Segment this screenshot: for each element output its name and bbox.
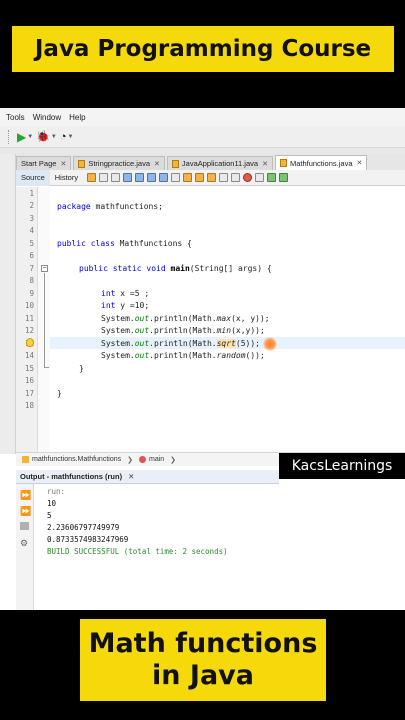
mouse-cursor-highlight xyxy=(263,337,277,351)
code-text: System. xyxy=(101,339,135,348)
lightbulb-hint-icon[interactable] xyxy=(26,338,34,347)
line-number: 4 xyxy=(29,226,34,235)
code-line-9: int x =5 ; xyxy=(101,289,149,298)
rerun-with-params-icon[interactable]: ⏩ xyxy=(20,506,31,516)
output-line: run: xyxy=(47,487,66,496)
code-field: out xyxy=(134,326,150,335)
code-field: out xyxy=(134,351,150,360)
watermark-text: KacsLearnings xyxy=(291,458,393,474)
code-text: .println(Math. xyxy=(149,351,217,360)
code-line-3: package mathfunctions; xyxy=(57,202,163,211)
code-keyword: package xyxy=(57,202,91,211)
code-keyword: public static void xyxy=(79,264,166,273)
code-line-15: } xyxy=(79,364,84,373)
chevron-right-icon: ❯ xyxy=(127,456,133,464)
output-line: 0.8733574983247969 xyxy=(47,535,129,544)
line-number: 17 xyxy=(24,389,34,398)
close-icon[interactable]: ✕ xyxy=(128,472,134,481)
output-side-toolbar: ⏩ ⏩ ⚙ xyxy=(16,484,34,610)
title-banner-text: Java Programming Course xyxy=(34,36,372,62)
stop-icon[interactable] xyxy=(20,522,29,530)
subtitle-banner: Math functions in Java xyxy=(80,619,326,701)
output-panel-title: Output - mathfunctions (run) xyxy=(20,472,123,481)
code-line-7: public static void main(String[] args) { xyxy=(79,264,272,273)
breadcrumb-method[interactable]: main xyxy=(149,456,164,463)
settings-icon[interactable]: ⚙ xyxy=(20,538,29,548)
line-number: 18 xyxy=(24,401,34,410)
editor-body: 1 2 3 4 5 6 7 8 9 10 11 12 13 14 15 16 1… xyxy=(0,108,405,610)
line-number: 2 xyxy=(29,201,34,210)
code-line-13: System.out.println(Math.sqrt(5)); xyxy=(101,339,260,348)
code-text: .println(Math. xyxy=(149,339,217,348)
code-text: .println(Math. xyxy=(149,326,217,335)
line-number: 5 xyxy=(29,239,34,248)
code-text: x =5 ; xyxy=(115,289,150,298)
code-keyword: int xyxy=(101,289,116,298)
line-number: 8 xyxy=(29,276,34,285)
code-text: y =10; xyxy=(115,301,150,310)
chevron-right-icon: ❯ xyxy=(170,456,177,464)
fold-toggle-icon[interactable]: − xyxy=(41,265,48,272)
fold-guide xyxy=(44,273,45,368)
line-number: 14 xyxy=(24,351,34,360)
output-line: 2.23606797749979 xyxy=(47,523,120,532)
line-number: 6 xyxy=(29,251,34,260)
line-number: 7 xyxy=(29,264,34,273)
method-icon xyxy=(138,456,146,463)
class-icon xyxy=(22,456,29,463)
code-text: Mathfunctions { xyxy=(114,239,192,248)
code-text: (5)); xyxy=(235,339,260,348)
code-text: System. xyxy=(101,314,135,323)
code-method: min xyxy=(216,326,232,335)
subtitle-line-2: in Java xyxy=(152,660,254,691)
line-number: 15 xyxy=(24,364,34,373)
code-method: max xyxy=(216,314,232,323)
code-text: System. xyxy=(101,351,135,360)
output-line: 5 xyxy=(47,511,52,520)
line-number: 9 xyxy=(29,289,34,298)
title-banner: Java Programming Course xyxy=(12,26,394,72)
code-line-5: public class Mathfunctions { xyxy=(57,239,192,248)
line-number: 3 xyxy=(29,214,34,223)
code-method: sqrt xyxy=(216,339,236,348)
watermark-label: KacsLearnings xyxy=(279,453,405,479)
code-text: (x, y)); xyxy=(231,314,270,323)
code-line-12: System.out.println(Math.min(x,y)); xyxy=(101,326,265,335)
fold-guide-end xyxy=(44,367,49,368)
code-text: .println(Math. xyxy=(149,314,217,323)
code-method-name: main xyxy=(170,264,190,273)
code-text: (x,y)); xyxy=(231,326,265,335)
code-line-14: System.out.println(Math.random()); xyxy=(101,351,265,360)
video-frame: Java Programming Course Tools Window Hel… xyxy=(0,0,405,720)
output-line: BUILD SUCCESSFUL (total time: 2 seconds) xyxy=(47,547,228,556)
subtitle-line-1: Math functions xyxy=(88,628,318,659)
line-number: 12 xyxy=(24,326,34,335)
line-number: 16 xyxy=(24,376,34,385)
code-keyword: int xyxy=(101,301,116,310)
line-number: 11 xyxy=(24,314,34,323)
code-text: (String[] args) { xyxy=(189,264,272,273)
code-line-11: System.out.println(Math.max(x, y)); xyxy=(101,314,270,323)
rerun-icon[interactable]: ⏩ xyxy=(20,490,31,500)
code-line-10: int y =10; xyxy=(101,301,149,310)
code-field: out xyxy=(134,314,150,323)
breadcrumb-class[interactable]: mathfunctions.Mathfunctions xyxy=(32,456,121,463)
line-number: 10 xyxy=(24,301,34,310)
code-text: mathfunctions; xyxy=(90,202,163,211)
code-keyword: public class xyxy=(57,239,115,248)
code-field: out xyxy=(134,339,150,348)
line-number: 1 xyxy=(29,189,34,198)
code-method: random xyxy=(216,351,246,360)
output-panel-header[interactable]: Output - mathfunctions (run) ✕ xyxy=(16,470,279,484)
code-text: System. xyxy=(101,326,135,335)
code-line-17: } xyxy=(57,389,62,398)
code-area[interactable] xyxy=(50,187,405,460)
code-text: ()); xyxy=(245,351,265,360)
output-line: 10 xyxy=(47,499,57,508)
